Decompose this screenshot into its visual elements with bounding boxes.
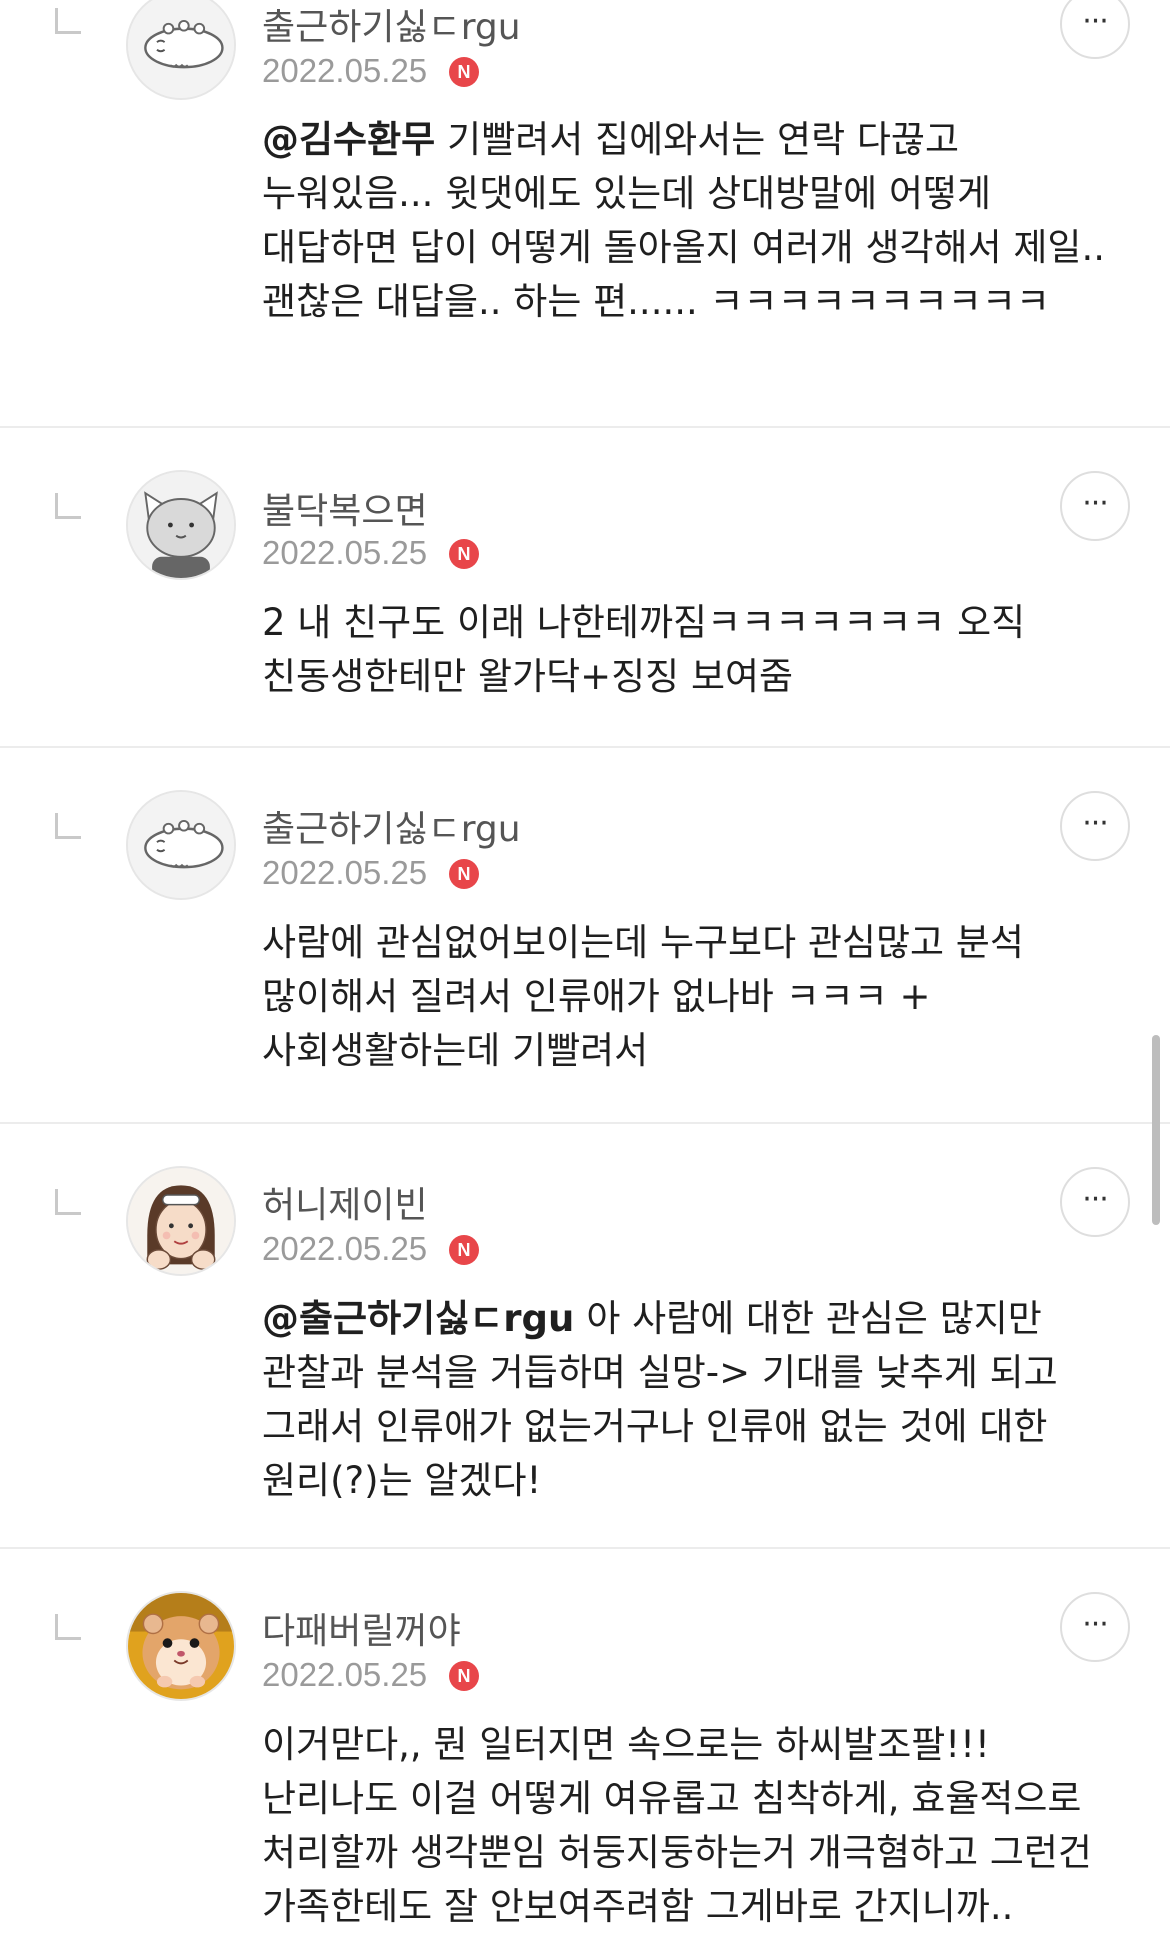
comment-body: 사람에 관심없어보이는데 누구보다 관심많고 분석 많이해서 질려서 인류애가 … xyxy=(262,916,1122,1078)
divider xyxy=(0,1547,1170,1549)
new-badge: N xyxy=(449,859,479,889)
comment-body: @김수환무 기빨려서 집에와서는 연락 다끊고 누워있음... 윗댓에도 있는데 … xyxy=(262,113,1122,329)
comment-date: 2022.05.25 xyxy=(262,1656,428,1693)
more-options-button[interactable]: ··· xyxy=(1060,791,1130,861)
girl-avatar-icon[interactable] xyxy=(126,1166,236,1276)
comment-nickname[interactable]: 다패버릴꺼야 xyxy=(262,1602,461,1654)
reply-arrow-icon xyxy=(55,1189,81,1215)
more-options-button[interactable]: ··· xyxy=(1060,1167,1130,1237)
more-options-button[interactable]: ··· xyxy=(1060,471,1130,541)
more-options-button[interactable]: ··· xyxy=(1060,1592,1130,1662)
comment-date: 2022.05.25 xyxy=(262,854,428,891)
divider xyxy=(0,746,1170,748)
reply-arrow-icon xyxy=(55,813,81,839)
comment-nickname[interactable]: 출근하기싫ㄷrgu xyxy=(262,0,521,50)
more-options-icon: ··· xyxy=(1082,1607,1109,1642)
comment-nickname[interactable]: 허니제이빈 xyxy=(262,1176,428,1228)
mention-link[interactable]: @김수환무 xyxy=(262,118,435,161)
more-options-icon: ··· xyxy=(1082,486,1109,521)
new-badge: N xyxy=(449,57,479,87)
comment-body: 이거맏다,, 뭔 일터지면 속으로는 하씨발조팔!!!난리나도 이걸 어떻게 여… xyxy=(262,1718,1122,1934)
scrollbar[interactable] xyxy=(1152,1035,1160,1225)
more-options-icon: ··· xyxy=(1082,4,1109,39)
reply-arrow-icon xyxy=(55,1614,81,1640)
comment-date: 2022.05.25 xyxy=(262,52,428,89)
comment-text: 사람에 관심없어보이는데 누구보다 관심많고 분석 많이해서 질려서 인류애가 … xyxy=(262,921,1024,1072)
comment-nickname[interactable]: 불닥복으면 xyxy=(262,482,428,534)
cat-avatar-icon[interactable] xyxy=(126,470,236,580)
comment-body: @출근하기싫ㄷrgu 아 사람에 대한 관심은 많지만 관찰과 분석을 거듭하며 … xyxy=(262,1292,1122,1508)
comment-text: 이거맏다,, 뭔 일터지면 속으로는 하씨발조팔!!!난리나도 이걸 어떻게 여… xyxy=(262,1723,1092,1928)
divider xyxy=(0,1122,1170,1124)
more-options-button[interactable]: ··· xyxy=(1060,0,1130,59)
mention-link[interactable]: @출근하기싫ㄷrgu xyxy=(262,1297,574,1340)
reply-arrow-icon xyxy=(55,8,81,34)
new-badge: N xyxy=(449,1661,479,1691)
new-badge: N xyxy=(449,539,479,569)
comment-date: 2022.05.25 xyxy=(262,1230,428,1267)
reply-arrow-icon xyxy=(55,493,81,519)
comment-nickname[interactable]: 출근하기싫ㄷrgu xyxy=(262,800,521,852)
lizard-avatar-icon[interactable] xyxy=(126,0,236,100)
new-badge: N xyxy=(449,1235,479,1265)
divider xyxy=(0,426,1170,428)
comment-date: 2022.05.25 xyxy=(262,534,428,571)
lizard-avatar-icon[interactable] xyxy=(126,790,236,900)
more-options-icon: ··· xyxy=(1082,806,1109,841)
comment-body: 2 내 친구도 이래 나한테까짐ㅋㅋㅋㅋㅋㅋㅋ 오직 친동생한테만 왈가닥+징징… xyxy=(262,596,1122,704)
more-options-icon: ··· xyxy=(1082,1182,1109,1217)
comment-text: 2 내 친구도 이래 나한테까짐ㅋㅋㅋㅋㅋㅋㅋ 오직 친동생한테만 왈가닥+징징… xyxy=(262,601,1026,698)
hamster-avatar-icon[interactable] xyxy=(126,1591,236,1701)
